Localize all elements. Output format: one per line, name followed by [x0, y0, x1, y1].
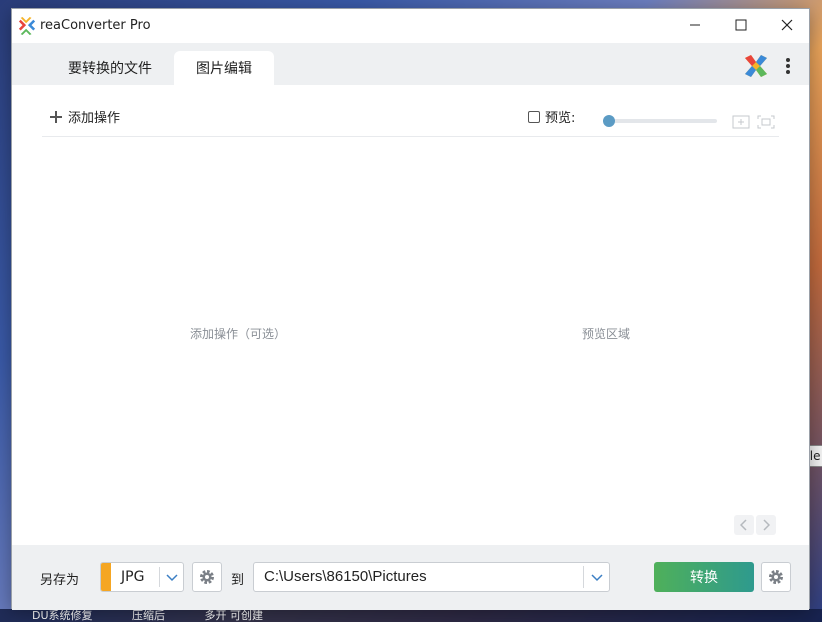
brand-logo-icon[interactable]: [743, 53, 769, 79]
maximize-icon: [735, 19, 747, 31]
fit-to-window-icon[interactable]: [732, 115, 750, 129]
output-path-input[interactable]: C:\Users\86150\Pictures: [253, 562, 610, 592]
output-format-select[interactable]: JPG: [100, 562, 184, 592]
preview-placeholder: 预览区域: [582, 327, 631, 341]
chevron-down-icon[interactable]: [165, 571, 179, 583]
output-bar: 另存为 JPG 到 C:\Users\86150\Pictures 转换: [12, 545, 809, 610]
app-window: reaConverter Pro 要转换的文件 图片编辑 添加操作 预览: 添加…: [11, 8, 810, 610]
chevron-right-icon: [763, 519, 770, 531]
taskbar-item[interactable]: 多开 可创建: [205, 609, 264, 622]
taskbar-item[interactable]: DU系统修复: [32, 609, 93, 622]
tab-bar: 要转换的文件 图片编辑: [12, 43, 809, 85]
format-separator: [159, 567, 160, 587]
chevron-down-icon[interactable]: [590, 571, 604, 583]
destination-label: 到: [231, 573, 245, 588]
minimize-button[interactable]: [672, 9, 718, 41]
save-as-label: 另存为: [40, 573, 80, 588]
convert-button[interactable]: 转换: [654, 562, 754, 592]
maximize-button[interactable]: [718, 9, 764, 41]
preview-toggle[interactable]: 预览:: [528, 107, 575, 126]
preview-checkbox[interactable]: [528, 110, 540, 123]
output-format-value: JPG: [121, 569, 145, 585]
next-image-button[interactable]: [756, 515, 776, 535]
path-separator: [583, 566, 584, 588]
plus-icon: [50, 110, 62, 123]
tab-files-to-convert[interactable]: 要转换的文件: [42, 51, 178, 85]
zoom-slider-thumb[interactable]: [603, 115, 615, 127]
gear-icon: [769, 570, 783, 584]
close-icon: [781, 19, 793, 31]
operations-placeholder: 添加操作（可选）: [190, 327, 287, 341]
previous-image-button[interactable]: [734, 515, 754, 535]
add-operation-label: 添加操作: [68, 111, 121, 126]
format-settings-button[interactable]: [192, 562, 222, 592]
window-title: reaConverter Pro: [40, 18, 151, 33]
add-operation-button[interactable]: 添加操作: [50, 107, 120, 126]
desktop-taskbar-strip: DU系统修复 压缩后 多开 可创建: [0, 609, 822, 622]
zoom-slider-track[interactable]: [604, 119, 717, 123]
minimize-icon: [690, 24, 700, 26]
preview-label: 预览:: [545, 111, 576, 126]
more-options-icon[interactable]: [782, 55, 794, 77]
title-bar: reaConverter Pro: [12, 9, 809, 43]
chevron-left-icon: [740, 519, 747, 531]
format-accent: [101, 563, 111, 591]
taskbar-item[interactable]: 压缩后: [132, 609, 165, 622]
reaconverter-logo-icon: [18, 17, 36, 35]
toolbar-divider: [42, 136, 779, 137]
gear-icon: [200, 570, 214, 584]
actual-size-icon[interactable]: [757, 115, 775, 129]
tab-image-editing[interactable]: 图片编辑: [174, 51, 274, 85]
edit-content-area: 添加操作 预览: 添加操作（可选） 预览区域: [12, 85, 809, 545]
convert-settings-button[interactable]: [761, 562, 791, 592]
close-button[interactable]: [764, 9, 810, 41]
